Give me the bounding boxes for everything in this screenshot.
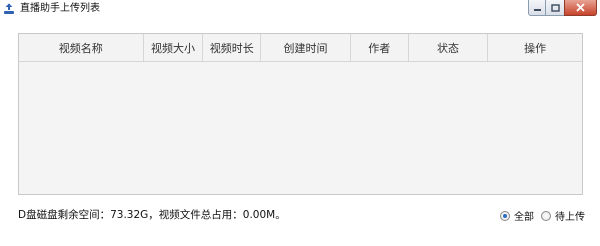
filter-all-option[interactable]: 全部 (500, 208, 534, 223)
table-body (19, 62, 582, 194)
maximize-button[interactable] (546, 0, 564, 16)
maximize-icon (550, 3, 560, 12)
app-icon (4, 3, 14, 14)
window-title: 直播助手上传列表 (20, 3, 100, 14)
minimize-button[interactable] (528, 0, 546, 16)
close-button[interactable] (564, 0, 597, 16)
column-header-created-time[interactable]: 创建时间 (261, 34, 351, 61)
close-icon (576, 3, 585, 12)
title-bar: 直播助手上传列表 (0, 0, 600, 18)
column-header-author[interactable]: 作者 (351, 34, 409, 61)
filter-pending-radio[interactable] (541, 210, 551, 221)
filter-all-label: 全部 (514, 212, 534, 223)
column-header-video-name[interactable]: 视频名称 (19, 34, 144, 61)
disk-space-status: D盘磁盘剩余空间：73.32G，视频文件总占用：0.00M。 (18, 209, 286, 221)
minimize-icon (533, 8, 541, 11)
column-header-actions[interactable]: 操作 (488, 34, 582, 61)
upload-list-table: 视频名称 视频大小 视频时长 创建时间 作者 状态 操作 (18, 33, 583, 195)
column-header-video-size[interactable]: 视频大小 (144, 34, 204, 61)
column-header-status[interactable]: 状态 (409, 34, 489, 61)
filter-pending-option[interactable]: 待上传 (541, 208, 585, 223)
column-header-video-duration[interactable]: 视频时长 (203, 34, 262, 61)
filter-pending-label: 待上传 (555, 212, 585, 223)
table-header: 视频名称 视频大小 视频时长 创建时间 作者 状态 操作 (19, 34, 582, 62)
filter-all-radio[interactable] (500, 210, 510, 221)
